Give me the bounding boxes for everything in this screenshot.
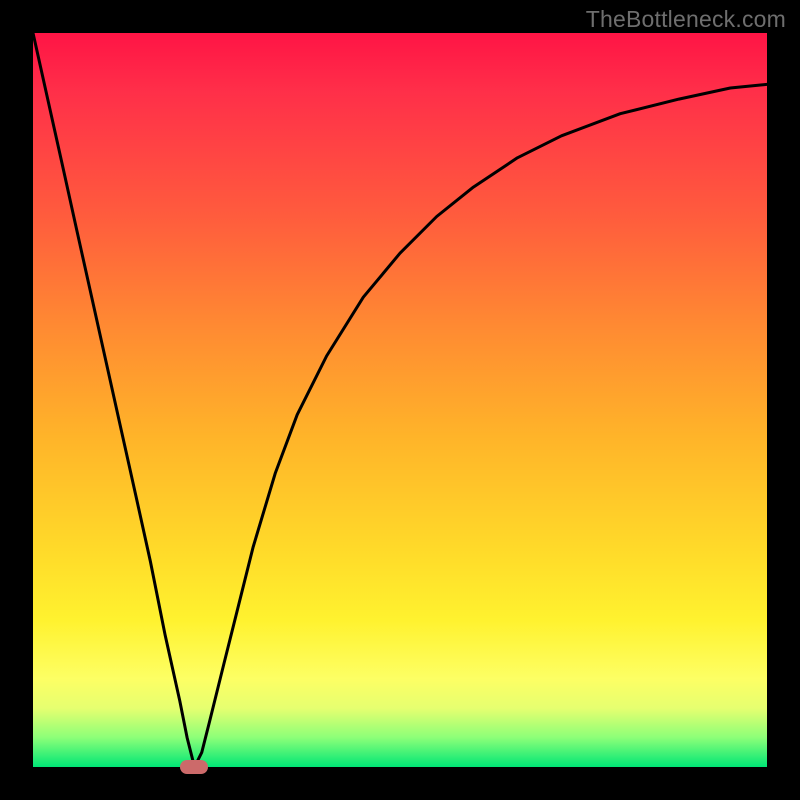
plot-area [33, 33, 767, 767]
minimum-marker [180, 760, 208, 774]
watermark-text: TheBottleneck.com [586, 6, 786, 33]
chart-frame: TheBottleneck.com [0, 0, 800, 800]
bottleneck-curve [33, 33, 767, 767]
